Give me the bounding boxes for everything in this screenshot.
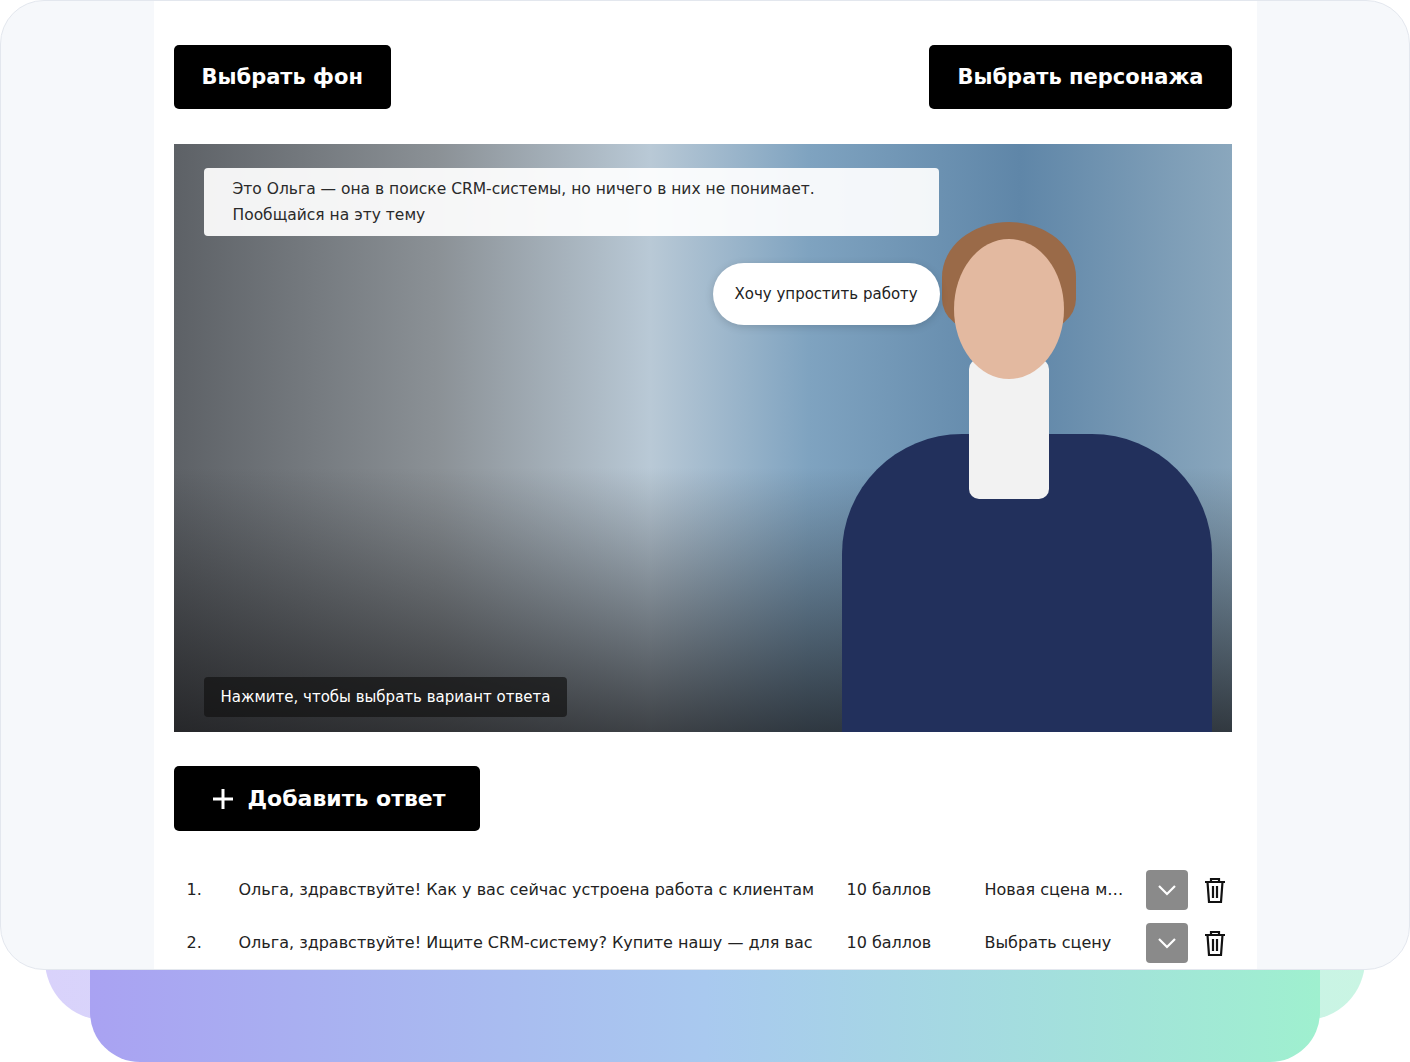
answers-list: 1.Ольга, здравствуйте! Как у вас сейчас … (174, 863, 1232, 969)
trash-icon (1203, 876, 1227, 904)
answer-points[interactable]: 10 баллов (819, 880, 985, 899)
character-figure (969, 359, 1049, 499)
answer-text[interactable]: Ольга, здравствуйте! Ищите CRM-систему? … (239, 933, 819, 952)
caption-line: Это Ольга — она в поиске CRM-системы, но… (233, 176, 911, 202)
scene-preview[interactable]: Это Ольга — она в поиске CRM-системы, но… (174, 144, 1232, 732)
answer-text[interactable]: Ольга, здравствуйте! Как у вас сейчас ус… (239, 880, 819, 899)
caption-line: Пообщайся на эту тему (233, 202, 911, 228)
answer-row: 2.Ольга, здравствуйте! Ищите CRM-систему… (174, 916, 1232, 969)
answer-scene[interactable]: Выбрать сцену (985, 933, 1137, 952)
answer-points[interactable]: 10 баллов (819, 933, 985, 952)
add-answer-label: Добавить ответ (248, 786, 446, 811)
delete-button[interactable] (1202, 928, 1228, 958)
choose-character-button[interactable]: Выбрать персонажа (929, 45, 1231, 109)
answer-row: 1.Ольга, здравствуйте! Как у вас сейчас … (174, 863, 1232, 916)
expand-button[interactable] (1146, 870, 1188, 910)
toolbar: Выбрать фон Выбрать персонажа (174, 45, 1232, 109)
speech-bubble: Хочу упростить работу (713, 263, 940, 325)
chevron-down-icon (1157, 937, 1177, 949)
chevron-down-icon (1157, 884, 1177, 896)
answer-number: 1. (174, 880, 239, 899)
editor-column: Выбрать фон Выбрать персонажа Это Ольга — … (154, 1, 1257, 969)
character-figure (954, 239, 1064, 379)
trash-icon (1203, 929, 1227, 957)
plus-icon (212, 788, 234, 810)
add-answer-row: Добавить ответ (174, 766, 1232, 831)
expand-button[interactable] (1146, 923, 1188, 963)
scene-caption: Это Ольга — она в поиске CRM-системы, но… (204, 168, 939, 236)
add-answer-button[interactable]: Добавить ответ (174, 766, 480, 831)
answer-number: 2. (174, 933, 239, 952)
delete-button[interactable] (1202, 875, 1228, 905)
answer-scene[interactable]: Новая сцена м… (985, 880, 1137, 899)
choose-background-button[interactable]: Выбрать фон (174, 45, 391, 109)
editor-card: Выбрать фон Выбрать персонажа Это Ольга — … (0, 0, 1410, 970)
answer-hint[interactable]: Нажмите, чтобы выбрать вариант ответа (204, 677, 568, 717)
